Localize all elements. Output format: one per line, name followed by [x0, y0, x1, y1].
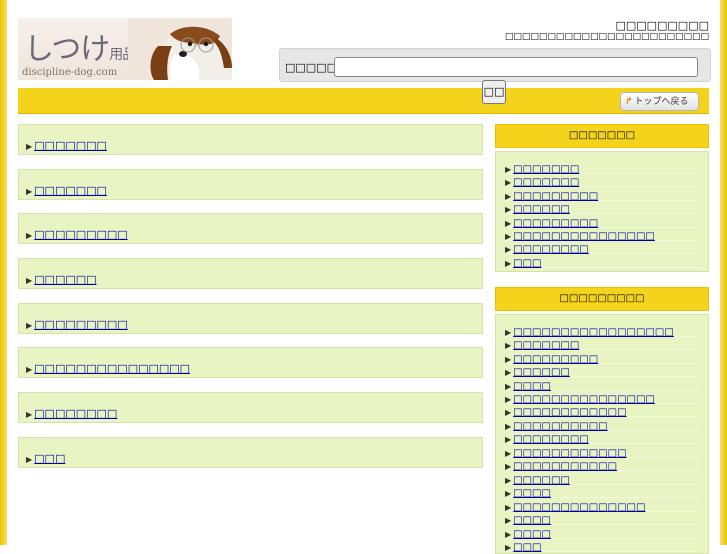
main-bar [18, 88, 709, 114]
triangle-icon: ▶ [505, 245, 512, 254]
back-to-top-button[interactable]: ↱ トップへ戻る [620, 92, 699, 111]
sidebar-section-title: □□□□□□□□□ [495, 287, 709, 311]
sidebar-link[interactable]: □□□ [513, 542, 541, 553]
site-subtitle: □□□□□□□□□□□□□□□□□□□□□□□□ [504, 32, 709, 42]
triangle-icon: ▶ [26, 276, 33, 285]
sidebar-item[interactable]: ▶ □□□□□□□□□ [505, 187, 701, 202]
sidebar-item[interactable]: ▶ □□□□□□□□□□□□ [505, 444, 701, 459]
sidebar-item[interactable]: ▶ □□□□□□□□□□□□□□□ [505, 390, 701, 405]
page-frame-right [720, 0, 727, 545]
sidebar-item[interactable]: ▶ □□□□ [505, 377, 701, 392]
main-list-item[interactable]: ▶ □□□□□□□□ [18, 392, 483, 423]
search-input[interactable] [334, 57, 698, 77]
triangle-icon: ▶ [505, 408, 512, 417]
triangle-icon: ▶ [26, 455, 33, 464]
sidebar-item[interactable]: ▶ □□□□□□□□□ [505, 350, 701, 365]
triangle-icon: ▶ [505, 435, 512, 444]
site-title: □□□□□□□□□ [615, 19, 709, 32]
back-to-top-label: トップへ戻る [634, 97, 689, 107]
main-link[interactable]: □□□□□□ [34, 273, 96, 286]
dog-image [128, 18, 232, 80]
triangle-icon: ▶ [26, 187, 33, 196]
sidebar-item[interactable]: ▶ □□□□□□□□□□ [505, 417, 701, 432]
main-list-item[interactable]: ▶ □□□□□□ [18, 258, 483, 289]
sidebar-item[interactable]: ▶ □□□□□□□□□ [505, 214, 701, 229]
triangle-icon: ▶ [505, 489, 512, 498]
sidebar-item[interactable]: ▶ □□□□□□ [505, 200, 701, 215]
main-link[interactable]: □□□ [34, 452, 65, 465]
site-logo[interactable]: しつけ用品 discipline-dog.com [18, 18, 232, 80]
main-link[interactable]: □□□□□□□□ [34, 407, 117, 420]
triangle-icon: ▶ [505, 341, 512, 350]
triangle-icon: ▶ [505, 368, 512, 377]
sidebar-item[interactable]: ▶ □□□□□□□□□□□□□□□ [505, 227, 701, 242]
sidebar-item[interactable]: ▶ □□□□□□ [505, 363, 701, 378]
sidebar-item[interactable]: ▶ □□□□□□ [505, 471, 701, 486]
sidebar-item[interactable]: ▶ □□□□□□□□□□□□□□ [505, 498, 701, 513]
triangle-icon: ▶ [505, 462, 512, 471]
sidebar-section-2: ▶ □□□□□□□□□□□□□□□□□ ▶ □□□□□□□ ▶ □□□□□□□□□ ▶… [495, 314, 709, 554]
triangle-icon: ▶ [26, 231, 33, 240]
main-link[interactable]: □□□□□□□□□□□□□□□ [34, 362, 190, 375]
sidebar-item[interactable]: ▶ □□□□□□□ [505, 336, 701, 351]
main-list-item[interactable]: ▶ □□□□□□□ [18, 124, 483, 155]
triangle-icon: ▶ [505, 543, 512, 552]
search-button[interactable]: □□ [482, 80, 506, 104]
sidebar-section-title: □□□□□□□ [495, 124, 709, 148]
sidebar-item[interactable]: ▶ □□□□ [505, 525, 701, 540]
sidebar-item[interactable]: ▶ □□□□ [505, 511, 701, 526]
triangle-icon: ▶ [505, 205, 512, 214]
sidebar-item[interactable]: ▶ □□□□□□□□□□□□ [505, 403, 701, 418]
main-list-item[interactable]: ▶ □□□□□□□□□ [18, 213, 483, 244]
triangle-icon: ▶ [26, 321, 33, 330]
logo-text-en: discipline-dog.com [22, 67, 118, 78]
sidebar-item[interactable]: ▶ □□□□□□□□ [505, 430, 701, 445]
sidebar-item[interactable]: ▶ □□□ [505, 254, 701, 269]
triangle-icon: ▶ [26, 410, 33, 419]
main-list-item[interactable]: ▶ □□□□□□□□□ [18, 303, 483, 334]
triangle-icon: ▶ [26, 142, 33, 151]
sidebar-item[interactable]: ▶ □□□□□□□□□□□□□□□□□ [505, 323, 701, 338]
logo-text-jp: しつけ用品 [24, 32, 136, 67]
main-list-item[interactable]: ▶ □□□□□□□□□□□□□□□ [18, 347, 483, 378]
triangle-icon: ▶ [505, 178, 512, 187]
sidebar-item[interactable]: ▶ □□□□ [505, 484, 701, 499]
triangle-icon: ▶ [505, 516, 512, 525]
return-arrow-icon: ↱ [625, 97, 633, 107]
sidebar-item[interactable]: ▶ □□□ [505, 538, 701, 553]
main-link[interactable]: □□□□□□□□□ [34, 228, 128, 241]
sidebar-section-1: ▶ □□□□□□□ ▶ □□□□□□□ ▶ □□□□□□□□□ ▶ □□□□□□ ▶ □□… [495, 151, 709, 272]
sidebar-item[interactable]: ▶ □□□□□□□□ [505, 240, 701, 255]
triangle-icon: ▶ [26, 365, 33, 374]
triangle-icon: ▶ [505, 259, 512, 268]
main-link[interactable]: □□□□□□□□□ [34, 318, 128, 331]
main-link[interactable]: □□□□□□□ [34, 184, 107, 197]
search-box: □□□□□□□ [279, 48, 711, 82]
sidebar-item[interactable]: ▶ □□□□□□□ [505, 173, 701, 188]
sidebar-link[interactable]: □□□ [513, 258, 541, 269]
main-list-item[interactable]: ▶ □□□□□□□ [18, 169, 483, 200]
sidebar-item[interactable]: ▶ □□□□□□□□□□□ [505, 457, 701, 472]
main-list-item[interactable]: ▶ □□□ [18, 437, 483, 468]
sidebar-item[interactable]: ▶ □□□□□□□ [505, 160, 701, 175]
page-frame-left [0, 0, 7, 545]
main-link[interactable]: □□□□□□□ [34, 139, 107, 152]
